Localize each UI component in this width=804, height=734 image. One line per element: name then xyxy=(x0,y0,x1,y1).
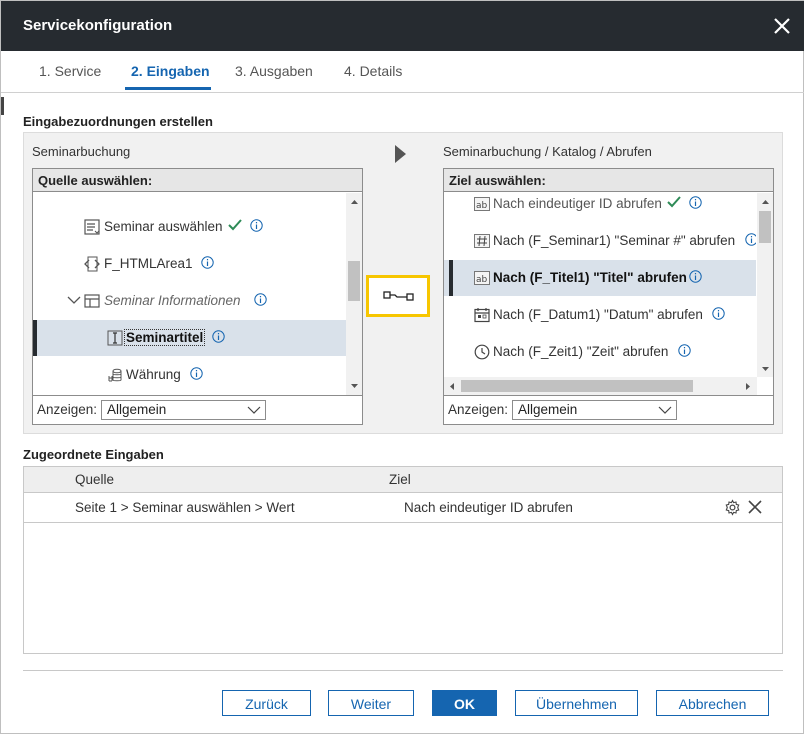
tab-details[interactable]: 4. Details xyxy=(344,63,402,79)
clock-icon xyxy=(474,344,490,360)
svg-text:ab: ab xyxy=(476,201,488,211)
target-show-label: Anzeigen: xyxy=(448,402,509,417)
target-scrollbar[interactable] xyxy=(757,193,773,377)
chevron-down-icon xyxy=(247,406,261,414)
info-icon[interactable] xyxy=(712,307,725,320)
tabs-divider xyxy=(1,92,804,93)
tab-ausgaben[interactable]: 3. Ausgaben xyxy=(235,63,313,79)
column-header-quelle[interactable]: Quelle xyxy=(75,472,114,487)
info-icon[interactable] xyxy=(190,367,203,380)
edge-marker xyxy=(1,97,4,115)
gear-icon[interactable] xyxy=(724,499,741,516)
info-icon[interactable] xyxy=(689,196,702,209)
number-field-icon xyxy=(474,234,490,248)
table-row[interactable]: Seite 1 > Seminar auswählen > Wert Nach … xyxy=(24,493,782,523)
list-item: Seminar · Katalog xyxy=(33,193,347,203)
active-tab-indicator xyxy=(125,87,211,90)
scroll-thumb[interactable] xyxy=(348,261,360,301)
target-list[interactable]: ab Nach eindeutiger ID abrufen Nach (F_S… xyxy=(444,193,756,377)
scroll-thumb[interactable] xyxy=(759,211,771,243)
row-source: Seite 1 > Seminar auswählen > Wert xyxy=(75,500,295,515)
list-item-nach-f-zeit1[interactable]: Nach (F_Zeit1) "Zeit" abrufen xyxy=(444,334,756,370)
selection-marker xyxy=(33,320,37,356)
target-list-header: Ziel auswählen: xyxy=(444,169,773,192)
tree-item-seminar-informationen[interactable]: Seminar Informationen xyxy=(33,283,347,319)
panel-divider xyxy=(33,395,362,396)
cancel-button[interactable]: Abbrechen xyxy=(656,690,769,716)
back-button[interactable]: Zurück xyxy=(222,690,311,716)
calendar-icon xyxy=(474,308,490,323)
html-code-icon xyxy=(84,256,100,272)
scroll-up-icon[interactable] xyxy=(348,196,361,209)
tab-service[interactable]: 1. Service xyxy=(39,63,101,79)
assigned-section-title: Zugeordnete Eingaben xyxy=(23,447,164,462)
text-cursor-icon xyxy=(107,330,123,346)
target-hscrollbar[interactable] xyxy=(444,377,757,395)
source-list-header: Quelle auswählen: xyxy=(33,169,362,192)
tree-item-seminartitel[interactable]: Seminartitel xyxy=(33,320,347,356)
tree-item-f-htmlarea1[interactable]: F_HTMLArea1 xyxy=(33,246,347,282)
column-header-ziel[interactable]: Ziel xyxy=(389,472,411,487)
wizard-tabs: 1. Service 2. Eingaben 3. Ausgaben 4. De… xyxy=(1,51,804,93)
scroll-down-icon[interactable] xyxy=(759,362,772,375)
source-scrollbar[interactable] xyxy=(346,193,362,395)
dialog-title: Servicekonfiguration xyxy=(23,17,173,34)
info-icon[interactable] xyxy=(745,233,756,246)
dialog-titlebar: Servicekonfiguration xyxy=(1,1,804,51)
source-panel: Quelle auswählen: Seminar · Katalog Semi… xyxy=(32,168,363,425)
mapping-section-title: Eingabezuordnungen erstellen xyxy=(23,114,213,129)
text-field-icon: ab xyxy=(474,271,490,285)
close-icon[interactable] xyxy=(769,13,795,39)
row-target: Nach eindeutiger ID abrufen xyxy=(404,500,573,515)
ok-button[interactable]: OK xyxy=(432,690,497,716)
source-show-select[interactable]: Allgemein xyxy=(101,400,266,420)
panel-divider xyxy=(444,395,773,396)
next-button[interactable]: Weiter xyxy=(328,690,414,716)
link-connect-icon xyxy=(383,291,414,301)
info-icon[interactable] xyxy=(689,270,702,283)
scroll-right-icon[interactable] xyxy=(741,380,754,393)
list-item-nach-f-seminar1[interactable]: Nach (F_Seminar1) "Seminar #" abrufen xyxy=(444,223,756,259)
tab-eingaben[interactable]: 2. Eingaben xyxy=(131,63,210,79)
chevron-down-icon[interactable] xyxy=(67,295,81,305)
chevron-down-icon xyxy=(658,406,672,414)
list-select-icon xyxy=(84,219,100,235)
selection-marker xyxy=(449,260,453,296)
info-icon[interactable] xyxy=(254,293,267,306)
scroll-thumb[interactable] xyxy=(461,380,693,392)
source-show-label: Anzeigen: xyxy=(37,402,98,417)
assigned-inputs-table: Quelle Ziel Seite 1 > Seminar auswählen … xyxy=(23,466,783,654)
footer-divider xyxy=(23,670,783,671)
target-show-select[interactable]: Allgemein xyxy=(512,400,677,420)
apply-button[interactable]: Übernehmen xyxy=(515,690,638,716)
info-icon[interactable] xyxy=(212,330,225,343)
target-panel: Ziel auswählen: ab Nach eindeutiger ID a… xyxy=(443,168,774,425)
scroll-up-icon[interactable] xyxy=(759,196,772,209)
delete-icon[interactable] xyxy=(747,499,763,515)
source-caption: Seminarbuchung xyxy=(32,144,131,159)
checkmark-icon xyxy=(667,196,681,208)
scroll-down-icon[interactable] xyxy=(348,379,361,392)
arrow-right-icon xyxy=(395,145,406,163)
connect-button[interactable] xyxy=(366,275,430,317)
service-configuration-dialog: Servicekonfiguration 1. Service 2. Einga… xyxy=(0,0,804,734)
info-icon[interactable] xyxy=(201,256,214,269)
text-field-icon: ab xyxy=(474,197,490,211)
svg-text:ab: ab xyxy=(476,275,488,285)
list-item-nach-f-datum1[interactable]: Nach (F_Datum1) "Datum" abrufen xyxy=(444,297,756,333)
target-caption: Seminarbuchung / Katalog / Abrufen xyxy=(443,144,652,159)
table-header: Quelle Ziel xyxy=(24,467,782,493)
coins-icon xyxy=(108,368,122,382)
table-icon xyxy=(84,294,100,308)
source-tree[interactable]: Seminar · Katalog Seminar auswählen xyxy=(33,193,347,395)
info-icon[interactable] xyxy=(250,219,263,232)
info-icon[interactable] xyxy=(678,344,691,357)
tree-item-waehrung[interactable]: Währung xyxy=(33,357,347,393)
checkmark-icon xyxy=(228,219,242,231)
scroll-left-icon[interactable] xyxy=(446,380,459,393)
list-item-nach-eindeutiger-id[interactable]: ab Nach eindeutiger ID abrufen xyxy=(444,193,756,222)
tree-item-seminar-auswaehlen[interactable]: Seminar auswählen xyxy=(33,209,347,245)
list-item-nach-f-titel1[interactable]: ab Nach (F_Titel1) "Titel" abrufen xyxy=(444,260,756,296)
